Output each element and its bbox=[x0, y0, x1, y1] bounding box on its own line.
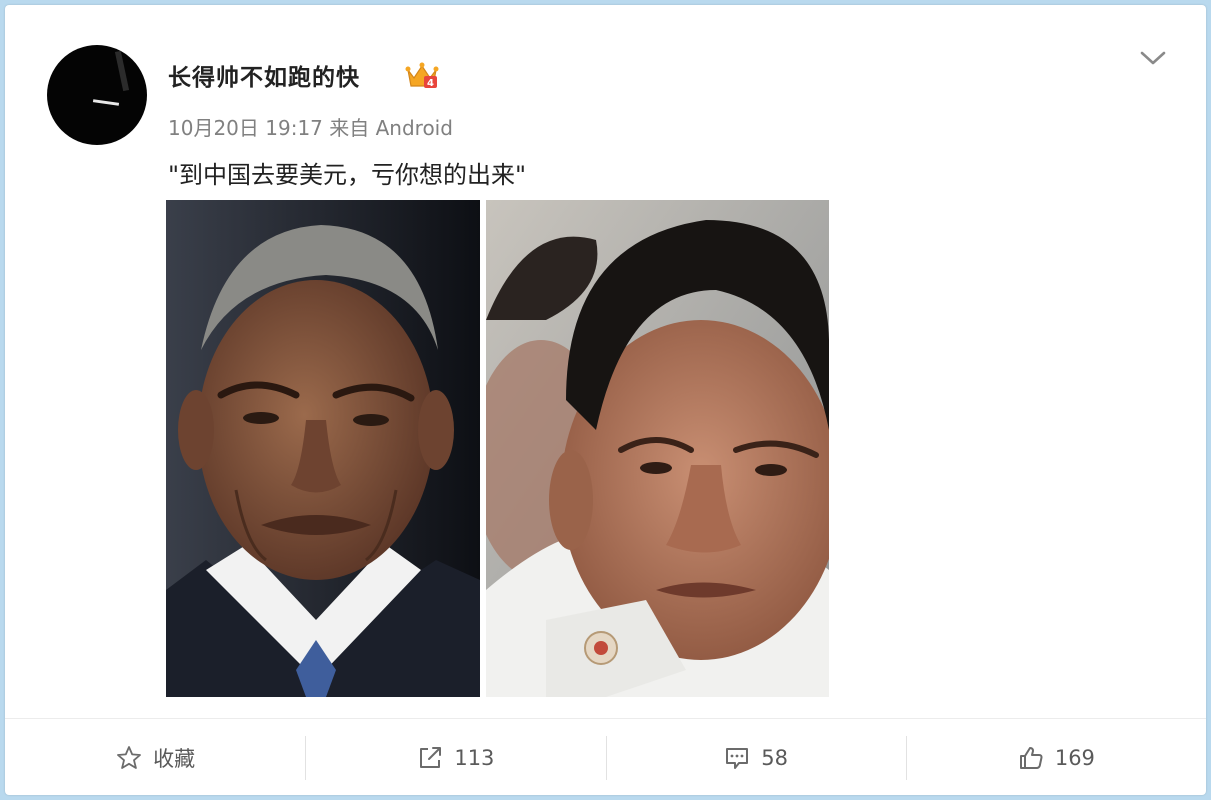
weibo-post-card: 长得帅不如跑的快 4 10月20日 19:17 来自 Android "到中国去… bbox=[5, 5, 1206, 795]
comment-count: 58 bbox=[761, 745, 788, 770]
star-icon bbox=[117, 745, 142, 769]
portrait-photo-right bbox=[486, 200, 829, 697]
action-bar: 收藏 113 58 169 bbox=[5, 718, 1206, 796]
favorite-button[interactable]: 收藏 bbox=[5, 719, 305, 796]
like-count: 169 bbox=[1054, 745, 1095, 770]
post-text: "到中国去要美元，亏你想的出来" bbox=[168, 161, 527, 189]
username[interactable]: 长得帅不如跑的快 bbox=[168, 58, 360, 92]
vip-crown-icon[interactable]: 4 bbox=[405, 60, 439, 90]
avatar-detail bbox=[114, 50, 130, 92]
comment-button[interactable]: 58 bbox=[605, 719, 906, 796]
post-image-right[interactable] bbox=[486, 200, 829, 697]
repost-count: 113 bbox=[454, 745, 495, 770]
post-meta: 10月20日 19:17 来自 Android bbox=[168, 116, 453, 140]
like-button[interactable]: 169 bbox=[905, 719, 1206, 796]
chevron-down-icon[interactable] bbox=[1138, 47, 1168, 69]
comment-icon bbox=[726, 747, 749, 769]
repost-button[interactable]: 113 bbox=[305, 719, 605, 796]
portrait-photo-left bbox=[166, 200, 480, 697]
thumbs-up-icon bbox=[1019, 746, 1043, 769]
svg-text:4: 4 bbox=[427, 78, 434, 89]
favorite-label: 收藏 bbox=[153, 746, 196, 771]
avatar[interactable] bbox=[47, 45, 147, 145]
avatar-detail-line bbox=[92, 99, 120, 106]
post-image-left[interactable] bbox=[166, 200, 480, 697]
share-icon bbox=[420, 746, 442, 768]
